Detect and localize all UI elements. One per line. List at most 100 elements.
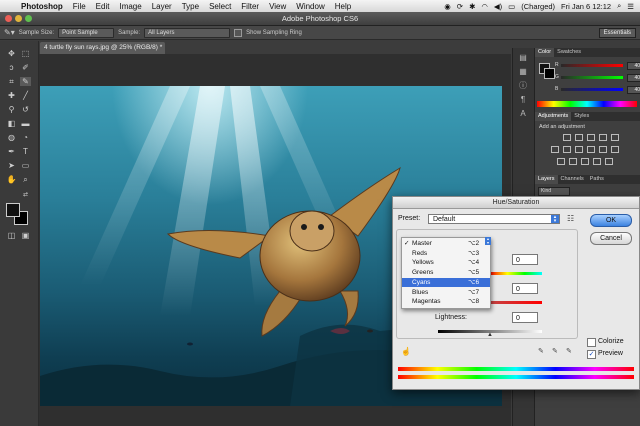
tab-color[interactable]: Color xyxy=(535,48,555,57)
creative-cloud-icon[interactable]: ◉ xyxy=(444,2,451,11)
sync-icon[interactable]: ⟳ xyxy=(457,2,463,11)
menu-item-reds[interactable]: Reds ⌥3 xyxy=(402,249,490,258)
preview-checkbox[interactable]: ✓ xyxy=(587,350,596,359)
colorize-checkbox[interactable] xyxy=(587,338,596,347)
history-brush-tool-icon[interactable]: ↺ xyxy=(20,105,31,114)
character-icon[interactable]: A xyxy=(518,110,528,118)
brightness-icon[interactable] xyxy=(563,134,571,141)
paragraph-icon[interactable]: ¶ xyxy=(518,96,528,104)
tab-styles[interactable]: Styles xyxy=(571,112,592,121)
pen-tool-icon[interactable]: ✒ xyxy=(6,147,17,156)
menu-layer[interactable]: Layer xyxy=(147,2,177,11)
history-icon[interactable]: ▤ xyxy=(518,54,528,62)
move-tool-icon[interactable]: ✥ xyxy=(6,49,17,58)
lightness-thumb-icon[interactable]: ▲ xyxy=(487,332,493,338)
menu-item-cyans[interactable]: Cyans ⌥6 xyxy=(402,277,490,287)
battery-icon[interactable]: ▭ xyxy=(508,2,515,11)
channel-mixer-icon[interactable] xyxy=(599,146,607,153)
notification-icon[interactable]: ☰ xyxy=(627,2,634,11)
posterize-icon[interactable] xyxy=(569,158,577,165)
clock[interactable]: Fri Jan 6 12:12 xyxy=(561,2,611,11)
ok-button[interactable]: OK xyxy=(590,214,632,227)
tab-layers[interactable]: Layers xyxy=(535,175,558,184)
menu-filter[interactable]: Filter xyxy=(236,2,264,11)
menu-select[interactable]: Select xyxy=(204,2,236,11)
g-slider[interactable] xyxy=(561,76,623,79)
menu-edit[interactable]: Edit xyxy=(91,2,115,11)
path-select-tool-icon[interactable]: ➤ xyxy=(6,161,17,170)
screen-mode-icon[interactable]: ▣ xyxy=(20,231,31,240)
menu-item-blues[interactable]: Blues ⌥7 xyxy=(402,288,490,297)
type-tool-icon[interactable]: T xyxy=(20,147,31,156)
dodge-tool-icon[interactable]: ◔ xyxy=(20,133,31,142)
eyedropper-minus-icon[interactable]: ✎ xyxy=(566,347,572,355)
menu-item-master[interactable]: ✓ Master ⌥2 xyxy=(402,239,490,248)
crop-tool-icon[interactable]: ⌗ xyxy=(6,77,17,86)
b-slider[interactable] xyxy=(561,88,623,91)
threshold-icon[interactable] xyxy=(581,158,589,165)
menu-item-magentas[interactable]: Magentas ⌥8 xyxy=(402,297,490,306)
healing-tool-icon[interactable]: ✚ xyxy=(6,91,17,100)
eyedropper-icon[interactable]: ✎ xyxy=(538,347,544,355)
tab-paths[interactable]: Paths xyxy=(587,175,607,184)
menu-window[interactable]: Window xyxy=(291,2,329,11)
selective-color-icon[interactable] xyxy=(605,158,613,165)
b-value[interactable]: 40 xyxy=(627,86,640,94)
hand-tool-icon[interactable]: ✋ xyxy=(6,175,17,184)
vibrance-icon[interactable] xyxy=(611,134,619,141)
zoom-tool-icon[interactable]: ⌕ xyxy=(20,175,31,184)
preset-options-icon[interactable]: ☷ xyxy=(567,214,574,223)
eraser-tool-icon[interactable]: ◧ xyxy=(6,119,17,128)
blur-tool-icon[interactable]: ◍ xyxy=(6,133,17,142)
curves-icon[interactable] xyxy=(587,134,595,141)
exposure-icon[interactable] xyxy=(599,134,607,141)
quick-select-tool-icon[interactable]: ✐ xyxy=(20,63,31,72)
color-ramp[interactable] xyxy=(537,101,637,107)
info-icon[interactable]: ⓘ xyxy=(518,82,528,90)
gradient-map-icon[interactable] xyxy=(593,158,601,165)
quick-mask-icon[interactable]: ◫ xyxy=(6,231,17,240)
color-balance-icon[interactable] xyxy=(563,146,571,153)
volume-icon[interactable]: ◀) xyxy=(494,2,502,11)
gradient-tool-icon[interactable]: ▬ xyxy=(20,119,31,128)
targeted-adjustment-icon[interactable]: ☝ xyxy=(401,347,411,356)
show-ring-checkbox[interactable] xyxy=(234,28,243,37)
color-bg-swatch[interactable] xyxy=(544,68,555,79)
hue-sat-icon[interactable] xyxy=(551,146,559,153)
bw-icon[interactable] xyxy=(575,146,583,153)
sample-select[interactable]: All Layers xyxy=(144,27,231,38)
menu-item-yellows[interactable]: Yellows ⌥4 xyxy=(402,258,490,267)
preset-select[interactable]: Default ▴ ▾ xyxy=(428,214,560,224)
tab-adjustments[interactable]: Adjustments xyxy=(535,112,572,121)
menu-file[interactable]: File xyxy=(68,2,91,11)
r-value[interactable]: 40 xyxy=(627,62,640,70)
sample-size-select[interactable]: Point Sample xyxy=(58,27,115,38)
saturation-field[interactable]: 0 xyxy=(512,283,538,294)
stamp-tool-icon[interactable]: ⚲ xyxy=(6,105,17,114)
hue-field[interactable]: 0 xyxy=(512,254,538,265)
cancel-button[interactable]: Cancel xyxy=(590,232,632,245)
swap-colors-icon[interactable]: ⇄ xyxy=(20,191,31,200)
eyedropper-plus-icon[interactable]: ✎ xyxy=(552,347,558,355)
bluetooth-icon[interactable]: ✱ xyxy=(469,2,475,11)
menu-help[interactable]: Help xyxy=(330,2,356,11)
lightness-field[interactable]: 0 xyxy=(512,312,538,323)
document-tab[interactable]: 4 turtle fly sun rays.jpg @ 25% (RGB/8) … xyxy=(40,42,165,54)
levels-icon[interactable] xyxy=(575,134,583,141)
lasso-tool-icon[interactable]: ↄ xyxy=(6,63,17,72)
photo-filter-icon[interactable] xyxy=(587,146,595,153)
tab-channels[interactable]: Channels xyxy=(558,175,587,184)
menu-item-greens[interactable]: Greens ⌥5 xyxy=(402,268,490,277)
eyedropper-tool-icon[interactable]: ✎ xyxy=(20,77,31,86)
shape-tool-icon[interactable]: ▭ xyxy=(20,161,31,170)
layer-filter-select[interactable]: Kind xyxy=(538,187,570,196)
menu-type[interactable]: Type xyxy=(177,2,204,11)
color-lookup-icon[interactable] xyxy=(611,146,619,153)
menu-view[interactable]: View xyxy=(264,2,291,11)
marquee-tool-icon[interactable]: ⬚ xyxy=(20,49,31,58)
menu-image[interactable]: Image xyxy=(114,2,146,11)
spotlight-icon[interactable]: ⌕ xyxy=(617,1,621,11)
g-value[interactable]: 40 xyxy=(627,74,640,82)
brush-tool-icon[interactable]: ╱ xyxy=(20,91,31,100)
workspace-select[interactable]: Essentials xyxy=(598,27,636,38)
